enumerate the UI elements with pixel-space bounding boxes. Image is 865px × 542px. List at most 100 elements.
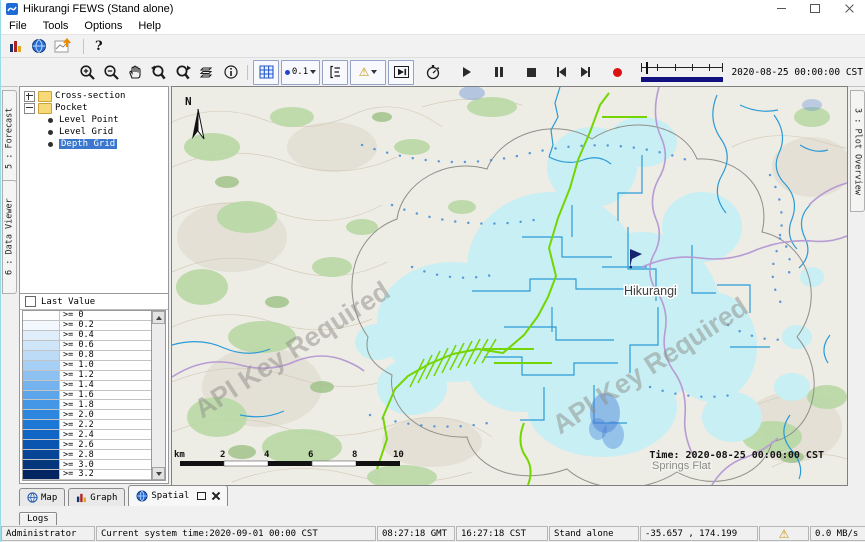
current-time-label: 2020-08-25 00:00:00 CST (731, 67, 863, 78)
time-slider-range (641, 77, 723, 82)
node-bullet-icon (48, 118, 53, 123)
expand-icon[interactable] (24, 91, 35, 102)
status-local-time: 16:27:18 CST (456, 526, 548, 541)
layers-icon[interactable] (195, 61, 219, 84)
tree-item-cross-section[interactable]: Cross-section (20, 90, 168, 102)
grid-display-icon[interactable] (253, 60, 279, 85)
tab-map[interactable]: Map (19, 488, 65, 506)
tab-plot-overview[interactable]: 3 : Plot Overview (850, 90, 865, 212)
stop-icon[interactable] (519, 61, 543, 84)
tab-forecast[interactable]: 5 : Forecast (2, 90, 17, 186)
time-slider[interactable] (641, 60, 723, 84)
status-gmt-time: 08:27:18 GMT (377, 526, 455, 541)
animation-icon[interactable] (388, 60, 414, 85)
timer-icon[interactable] (421, 61, 445, 84)
zoom-next-icon[interactable] (171, 61, 195, 84)
tab-spatial[interactable]: Spatial (128, 485, 228, 506)
menu-tools[interactable]: Tools (35, 19, 77, 33)
spatial-display-icon[interactable] (31, 38, 47, 54)
info-icon[interactable] (219, 61, 243, 84)
svg-text:10: 10 (393, 450, 404, 460)
map-time-label: Time: 2020-08-25 00:00:00 CST (649, 449, 824, 461)
toolbar-separator (247, 65, 248, 80)
folder-icon (38, 103, 52, 114)
node-bullet-icon (48, 130, 53, 135)
globe-icon (27, 492, 38, 503)
toolbar-separator (83, 39, 84, 54)
legend-panel: Last Value >= 0 >= 0.2 >= 0.4 >= 0.6 >= … (19, 293, 169, 484)
content-area: 5 : Forecast 6 : Data Viewer 3 : Plot Ov… (1, 86, 865, 485)
menu-file[interactable]: File (1, 19, 35, 33)
tab-data-viewer[interactable]: 6 : Data Viewer (2, 180, 17, 294)
last-value-label: Last Value (41, 297, 95, 307)
last-value-checkbox[interactable] (25, 296, 36, 307)
app-icon (6, 3, 18, 15)
step-back-icon[interactable] (549, 61, 573, 84)
status-warning[interactable]: ⚠ (759, 526, 809, 541)
place-label-springs-flat: Springs Flat (652, 460, 711, 472)
layers-panel: Cross-section Pocket Level Point Level G… (18, 86, 170, 485)
minimize-icon[interactable] (764, 0, 798, 17)
status-bar: Administrator Current system time:2020-0… (1, 525, 865, 542)
warning-icon: ⚠ (779, 528, 790, 540)
map-canvas[interactable]: API Key Required API Key Required Hikura… (171, 86, 848, 486)
node-bullet-icon (48, 142, 53, 147)
classification-icon[interactable] (322, 60, 348, 85)
pause-icon[interactable] (487, 61, 511, 84)
title-bar: Hikurangi FEWS (Stand alone) (1, 0, 865, 17)
svg-text:N: N (185, 95, 192, 108)
warning-icon: ⚠ (359, 66, 370, 78)
svg-text:4: 4 (264, 450, 270, 460)
place-label-hikurangi: Hikurangi (624, 284, 677, 298)
tree-item-level-grid[interactable]: Level Grid (20, 126, 168, 138)
record-icon[interactable] (605, 61, 629, 84)
zoom-previous-icon[interactable] (147, 61, 171, 84)
folder-icon (38, 91, 52, 102)
status-coordinates: -35.657 , 174.199 (640, 526, 758, 541)
timeseries-icon[interactable] (54, 38, 72, 54)
collapse-icon[interactable] (24, 103, 35, 114)
globe-icon (136, 490, 148, 502)
scroll-down-icon[interactable] (152, 467, 165, 480)
class-dot-icon (285, 70, 290, 75)
tab-graph[interactable]: Graph (68, 488, 125, 506)
help-icon[interactable]: ? (95, 39, 103, 54)
menu-options[interactable]: Options (76, 19, 130, 33)
window-title: Hikurangi FEWS (Stand alone) (23, 3, 173, 15)
legend-scrollbar[interactable] (151, 311, 165, 480)
tab-maximize-icon[interactable] (197, 492, 206, 500)
legend-row[interactable]: >= 3.2 (23, 470, 152, 480)
maximize-icon[interactable] (798, 0, 832, 17)
main-toolbar: ? (1, 35, 865, 58)
menu-help[interactable]: Help (130, 19, 169, 33)
tree-item-depth-grid[interactable]: Depth Grid (20, 138, 168, 150)
threshold-value: 0.1 (292, 67, 308, 77)
zoom-out-icon[interactable] (99, 61, 123, 84)
menu-bar: File Tools Options Help (1, 17, 865, 35)
tab-close-icon[interactable] (212, 492, 220, 500)
thresholds-warning-dropdown[interactable]: ⚠ (350, 60, 386, 85)
pan-hand-icon[interactable] (123, 61, 147, 84)
legend-class-list: >= 0 >= 0.2 >= 0.4 >= 0.6 >= 0.8 >= 1.0 … (22, 310, 166, 481)
step-forward-icon[interactable] (573, 61, 597, 84)
play-icon[interactable] (455, 61, 479, 84)
bottom-tab-bar: Map Graph Spatial (19, 486, 228, 506)
layer-tree: Cross-section Pocket Level Point Level G… (19, 86, 169, 296)
status-user: Administrator (1, 526, 95, 541)
close-icon[interactable] (832, 0, 865, 17)
chevron-down-icon (371, 70, 377, 74)
svg-text:km: km (174, 450, 185, 460)
chevron-down-icon (310, 70, 316, 74)
scroll-up-icon[interactable] (152, 311, 165, 324)
app-window: Hikurangi FEWS (Stand alone) File Tools … (0, 0, 865, 542)
contour-threshold-dropdown[interactable]: 0.1 (281, 60, 320, 85)
time-slider-handle[interactable] (646, 62, 648, 74)
svg-text:8: 8 (352, 450, 357, 460)
status-system-time: Current system time:2020-09-01 00:00 CST (96, 526, 376, 541)
status-throughput: 0.0 MB/s (810, 526, 865, 541)
svg-text:6: 6 (308, 450, 313, 460)
tree-item-pocket[interactable]: Pocket (20, 102, 168, 114)
tree-item-level-point[interactable]: Level Point (20, 114, 168, 126)
zoom-in-icon[interactable] (75, 61, 99, 84)
explorer-icon[interactable] (8, 38, 24, 54)
